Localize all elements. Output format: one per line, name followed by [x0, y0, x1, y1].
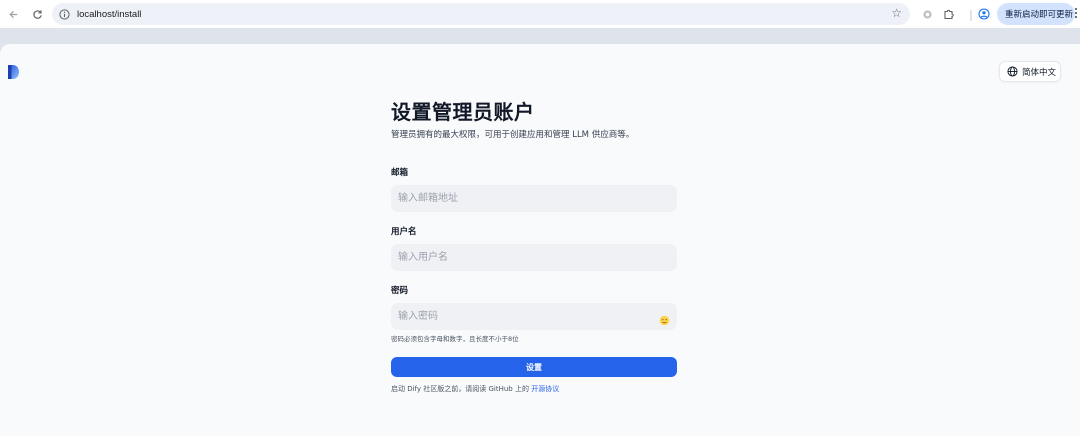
submit-button[interactable]: 设置: [391, 357, 677, 377]
back-icon[interactable]: [2, 3, 24, 25]
password-field-wrapper: [391, 303, 677, 330]
admin-setup-form: 设置管理员账户 管理员拥有的最大权限，可用于创建应用和管理 LLM 供应商等。 …: [391, 100, 677, 394]
page-title: 设置管理员账户: [391, 100, 535, 124]
page-subtitle: 管理员拥有的最大权限，可用于创建应用和管理 LLM 供应商等。: [391, 130, 635, 140]
profile-icon[interactable]: [975, 5, 993, 23]
extension-icon[interactable]: [918, 5, 936, 23]
username-input[interactable]: [391, 244, 677, 271]
email-input[interactable]: [391, 185, 677, 212]
star-icon[interactable]: ☆: [891, 6, 902, 20]
reload-icon[interactable]: [26, 3, 48, 25]
agreement-text: 启动 Dify 社区版之前，请阅读 GitHub 上的 开源协议: [391, 384, 677, 394]
license-link[interactable]: 开源协议: [531, 385, 559, 393]
update-button[interactable]: 重新启动即可更新: [997, 3, 1075, 25]
password-label: 密码: [391, 286, 409, 296]
install-page: 简体中文 设置管理员账户 管理员拥有的最大权限，可用于创建应用和管理 LLM 供…: [0, 44, 1080, 436]
url-text[interactable]: localhost/install: [77, 9, 141, 20]
email-field-wrapper: [391, 185, 677, 212]
dify-logo: [8, 64, 20, 79]
username-field-wrapper: [391, 244, 677, 271]
browser-toolbar: localhost/install ☆ | 重新启动即可更新: [0, 0, 1080, 28]
globe-icon: [1007, 66, 1018, 77]
address-bar[interactable]: localhost/install ☆: [52, 3, 910, 25]
language-button[interactable]: 简体中文: [999, 61, 1061, 82]
site-info-icon[interactable]: [58, 8, 70, 20]
password-hint: 密码必须包含字母和数字，且长度不小于8位: [391, 335, 519, 343]
menu-icon[interactable]: [1074, 7, 1080, 19]
email-label: 邮箱: [391, 168, 409, 178]
username-label: 用户名: [391, 227, 417, 237]
eye-icon[interactable]: [659, 311, 670, 326]
language-label: 简体中文: [1022, 67, 1057, 78]
agreement-prefix: 启动 Dify 社区版之前，请阅读 GitHub 上的: [391, 385, 532, 393]
password-input[interactable]: [391, 303, 677, 330]
puzzle-icon[interactable]: [940, 5, 958, 23]
